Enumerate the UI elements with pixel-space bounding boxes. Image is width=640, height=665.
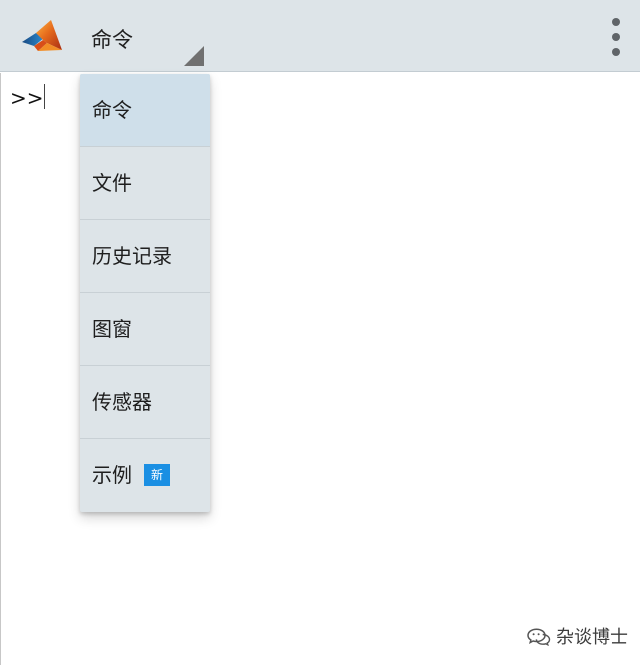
menu-item-files[interactable]: 文件 xyxy=(80,147,210,220)
menu-item-sensors[interactable]: 传感器 xyxy=(80,366,210,439)
menu-item-label: 历史记录 xyxy=(92,244,172,268)
view-dropdown-menu: 命令 文件 历史记录 图窗 传感器 示例 新 xyxy=(80,74,210,512)
watermark-text: 杂谈博士 xyxy=(556,627,628,648)
menu-item-command[interactable]: 命令 xyxy=(80,74,210,147)
menu-item-label: 传感器 xyxy=(92,390,152,414)
wechat-icon xyxy=(527,628,551,646)
matlab-logo-icon xyxy=(22,20,62,51)
new-badge: 新 xyxy=(144,464,170,486)
menu-dot xyxy=(612,33,620,41)
current-view-title: 命令 xyxy=(91,28,133,52)
menu-item-figures[interactable]: 图窗 xyxy=(80,293,210,366)
menu-dot xyxy=(612,18,620,26)
text-cursor xyxy=(44,84,45,109)
overflow-menu-icon[interactable] xyxy=(604,16,628,60)
view-selector[interactable]: 命令 xyxy=(84,0,210,72)
menu-item-label: 示例 xyxy=(92,463,132,487)
menu-item-label: 图窗 xyxy=(92,317,132,341)
app-bar: 命令 xyxy=(0,0,640,72)
command-prompt: >> xyxy=(10,86,44,110)
menu-item-label: 文件 xyxy=(92,171,132,195)
menu-item-history[interactable]: 历史记录 xyxy=(80,220,210,293)
menu-item-examples[interactable]: 示例 新 xyxy=(80,439,210,512)
dropdown-caret-icon xyxy=(184,46,204,66)
matlab-mobile-screen: 命令 >> 命令 文件 历史记录 图窗 传感器 示例 新 杂谈博士 xyxy=(0,0,640,665)
menu-item-label: 命令 xyxy=(92,98,132,122)
menu-dot xyxy=(612,48,620,56)
